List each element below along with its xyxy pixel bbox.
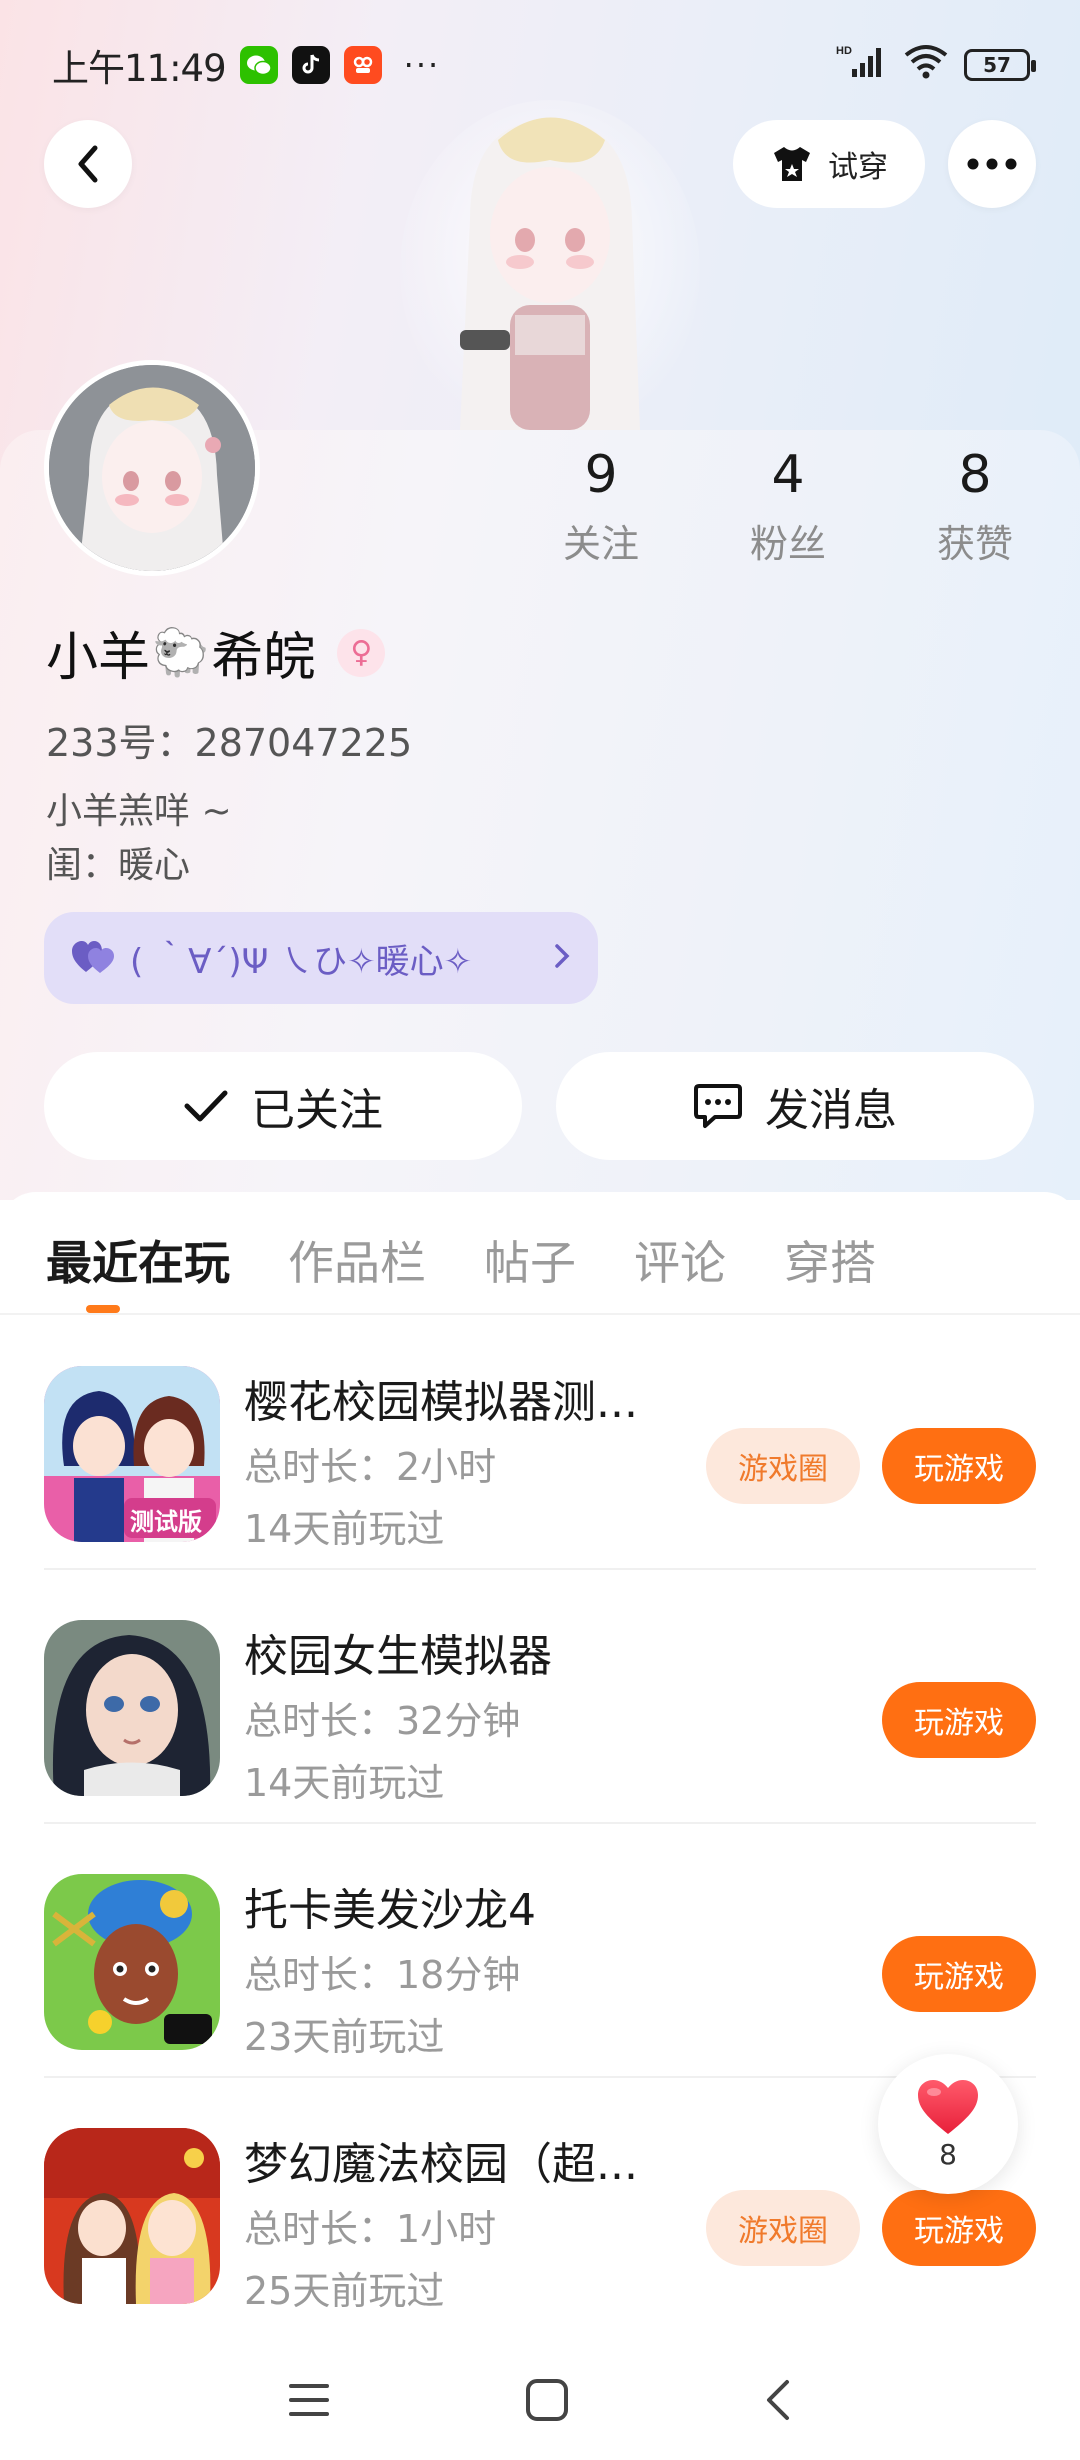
game-circle-button[interactable]: 游戏圈 [706,2190,860,2266]
wifi-icon [902,43,950,88]
profile-tabs: 最近在玩 作品栏 帖子 评论 穿搭 [46,1222,934,1298]
home-icon[interactable] [525,2378,569,2426]
game-circle-button[interactable]: 游戏圈 [706,1428,860,1504]
play-game-button[interactable]: 玩游戏 [882,2190,1036,2266]
play-game-button[interactable]: 玩游戏 [882,1682,1036,1758]
try-on-button[interactable]: 试穿 [733,120,925,208]
svg-text:HD: HD [836,45,852,57]
heart-icon [918,2079,978,2134]
taobao-live-icon [343,46,382,84]
back-arrow-icon [78,145,98,183]
active-tab-indicator [86,1305,120,1313]
signal-icon: HD [836,43,888,88]
more-dots-icon [967,158,1017,170]
game-row[interactable]: 校园女生模拟器 总时长：32分钟 14天前玩过 玩游戏 [44,1570,1036,1824]
game-icon-toca-hair-salon [44,1874,220,2050]
game-last-played: 23天前玩过 [244,2015,445,2059]
game-icon-magic-school [44,2128,220,2304]
battery-indicator: 57 [964,49,1036,81]
bff-label: ( ｀∀´)Ψ ㇏ひ✧暖心✧ [130,941,473,982]
stat-following-value: 9 [584,445,618,505]
stat-likes-label: 获赞 [936,522,1013,566]
female-gender-icon: ♀ [337,628,386,677]
status-more-icon: ··· [403,46,441,84]
game-duration: 总时长：1小时 [244,2207,497,2251]
status-time: 上午11:49 [52,47,227,90]
game-row[interactable]: 测试版 樱花校园模拟器测... 总时长：2小时 14天前玩过 游戏圈 玩游戏 [44,1316,1036,1570]
game-last-played: 25天前玩过 [244,2269,445,2313]
bio-line-2: 闺：暖心 [46,845,191,886]
game-duration: 总时长：32分钟 [244,1699,521,1743]
stat-followers-value: 4 [771,445,805,505]
stat-likes-value: 8 [958,445,992,505]
try-on-label: 试穿 [828,150,888,185]
stat-following-label: 关注 [562,522,639,566]
followed-button[interactable]: 已关注 [44,1052,522,1160]
stat-followers[interactable]: 4 粉丝 [718,445,858,568]
bio-line-1: 小羊羔咩 ~ [46,791,232,832]
back-button[interactable] [44,120,132,208]
play-game-button[interactable]: 玩游戏 [882,1428,1036,1504]
followed-label: 已关注 [251,1085,383,1136]
double-heart-icon [72,941,114,973]
tshirt-icon [774,147,810,181]
send-message-label: 发消息 [765,1085,897,1136]
avatar-character-image [400,100,700,430]
back-nav-icon[interactable] [763,2378,793,2426]
game-title: 校园女生模拟器 [244,1631,552,1682]
tiktok-icon [291,46,330,84]
game-icon-sakura-school: 测试版 [44,1366,220,1542]
game-row[interactable]: 托卡美发沙龙4 总时长：18分钟 23天前玩过 玩游戏 [44,1824,1036,2078]
game-title: 梦幻魔法校园（超... [244,2139,638,2190]
game-icon-badge: 测试版 [130,1508,202,1536]
stat-followers-label: 粉丝 [749,522,826,566]
more-options-button[interactable] [948,120,1036,208]
tabs-divider [0,1313,1080,1315]
tab-outfits[interactable]: 穿搭 [784,1222,876,1298]
stat-following[interactable]: 9 关注 [531,445,671,568]
tab-works[interactable]: 作品栏 [288,1222,426,1298]
game-title: 樱花校园模拟器测... [244,1377,638,1428]
wechat-icon [239,46,278,84]
system-navigation-bar [0,2344,1080,2460]
play-game-button[interactable]: 玩游戏 [882,1936,1036,2012]
game-title: 托卡美发沙龙4 [244,1885,536,1936]
tab-recently-played[interactable]: 最近在玩 [46,1222,230,1298]
game-duration: 总时长：18分钟 [244,1953,521,1997]
status-bar: 上午11:49 ··· HD 57 [0,30,1080,100]
floating-like-button[interactable]: 8 [878,2054,1018,2194]
send-message-button[interactable]: 发消息 [556,1052,1034,1160]
game-last-played: 14天前玩过 [244,1761,445,1805]
chat-bubble-icon [694,1084,742,1128]
like-count: 8 [939,2137,957,2171]
bff-relationship-pill[interactable]: ( ｀∀´)Ψ ㇏ひ✧暖心✧ [44,912,598,1004]
profile-username: 小羊 🐑 希皖 ♀ [46,615,386,690]
game-last-played: 14天前玩过 [244,1507,445,1551]
stat-likes[interactable]: 8 获赞 [905,445,1045,568]
username-part-2: 希皖 [211,628,316,688]
menu-icon[interactable] [287,2380,331,2424]
tab-posts[interactable]: 帖子 [484,1222,576,1298]
tab-comments[interactable]: 评论 [634,1222,726,1298]
avatar[interactable] [44,360,260,576]
chevron-right-icon [554,938,570,978]
game-duration: 总时长：2小时 [244,1445,497,1489]
game-icon-school-girls [44,1620,220,1796]
avatar-image [49,365,255,571]
checkmark-icon [184,1090,228,1122]
user-id: 233号：287047225 [46,721,413,765]
sheep-emoji-icon: 🐑 [152,625,210,679]
username-part-1: 小羊 [46,628,151,688]
